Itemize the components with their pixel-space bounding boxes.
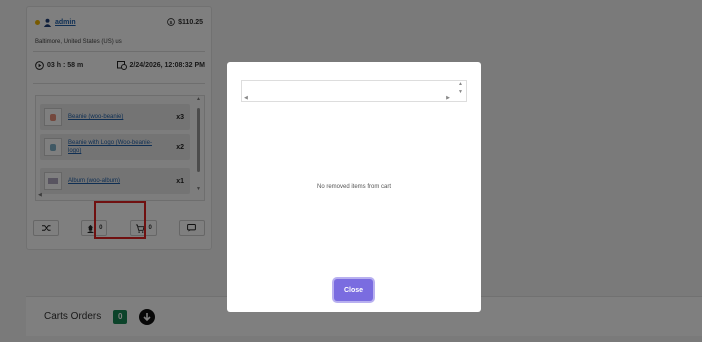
- scroll-left-icon[interactable]: ◀: [244, 95, 248, 101]
- scroll-down-icon[interactable]: ▼: [458, 89, 463, 95]
- scroll-up-icon[interactable]: ▲: [458, 81, 463, 87]
- scroll-right-icon[interactable]: ▶: [446, 95, 450, 101]
- empty-message: No removed items from cart: [316, 184, 392, 190]
- removed-items-modal: ▲ ▼ ◀ ▶ No removed items from cart Close: [227, 62, 481, 312]
- removed-items-table[interactable]: ▲ ▼ ◀ ▶: [241, 80, 467, 102]
- close-button[interactable]: Close: [334, 279, 373, 301]
